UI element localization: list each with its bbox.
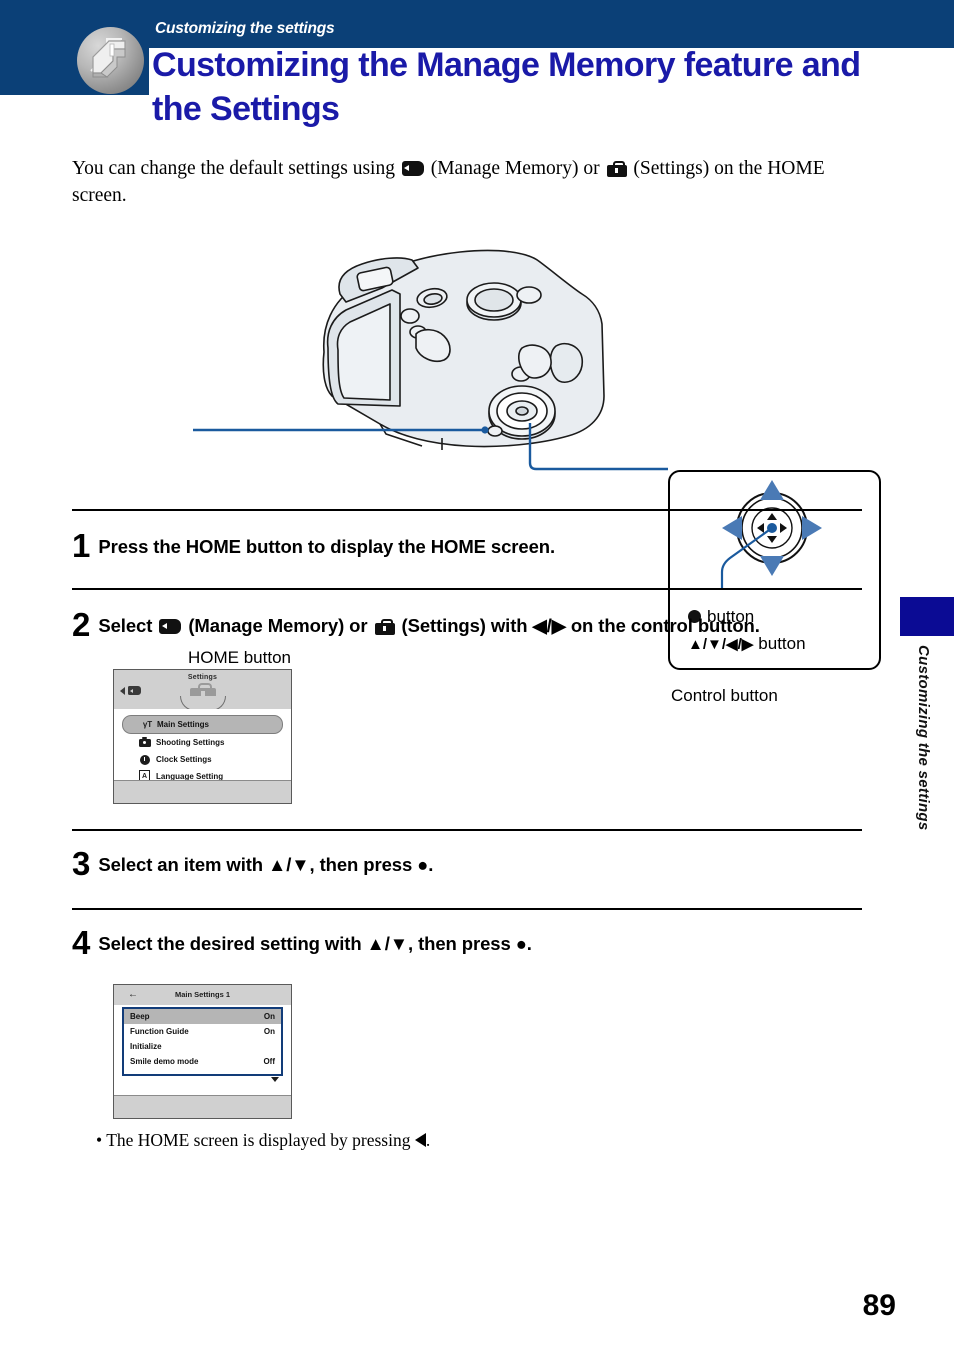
step-3-text: Select an item with ▲/▼, then press ●. [98, 854, 434, 875]
note-text-a: The HOME screen is displayed by pressing [106, 1130, 415, 1150]
side-tab-label: Customizing the settings [915, 645, 932, 831]
rule-above-step-3 [72, 829, 862, 831]
step-1: 1 Press the HOME button to display the HO… [72, 529, 872, 562]
setting-row-function-guide[interactable]: Function Guide On [124, 1024, 281, 1039]
lcd-settings-menu: γT Main Settings Shooting Settings Clock… [114, 709, 291, 783]
manage-memory-card-icon [159, 619, 182, 634]
header-eyebrow: Customizing the settings [155, 20, 335, 37]
step-4-number: 4 [72, 924, 91, 961]
triangle-left-icon [414, 1133, 426, 1147]
step-2-text-c: (Settings) with ◀/▶ on the control butto… [396, 615, 760, 636]
note-bullet-glyph: • [96, 1130, 103, 1150]
lcd-settings-footer [114, 780, 291, 803]
settings-briefcase-icon [606, 161, 627, 177]
menu-item-shooting-settings-label: Shooting Settings [156, 738, 225, 747]
setting-row-initialize[interactable]: Initialize [124, 1039, 281, 1054]
tool-wrench-icon: γT [142, 720, 153, 729]
manage-memory-card-icon [401, 161, 424, 176]
step-2-text-a: Select [98, 615, 158, 636]
note-text-b: . [425, 1130, 431, 1150]
book-corner-emblem-icon [77, 27, 144, 94]
settings-briefcase-icon [374, 619, 395, 635]
menu-item-main-settings-label: Main Settings [157, 720, 210, 729]
side-tab-block [900, 597, 954, 636]
lcd-main-settings-title: Main Settings 1 [174, 990, 230, 999]
step-3: 3 Select an item with ▲/▼, then press ●. [72, 847, 872, 880]
setting-row-beep[interactable]: Beep On [124, 1009, 281, 1024]
setting-row-smile-demo-mode[interactable]: Smile demo mode Off [124, 1054, 281, 1069]
intro-text-part1: You can change the default settings usin… [72, 158, 400, 179]
lcd-main-settings-footer [114, 1095, 291, 1118]
note-bullet: • The HOME screen is displayed by pressi… [96, 1130, 430, 1151]
rule-above-step-1 [72, 509, 862, 511]
intro-paragraph: You can change the default settings usin… [72, 155, 862, 209]
triangle-down-icon[interactable] [271, 1077, 279, 1082]
step-1-text: Press the HOME button to display the HOM… [98, 536, 556, 557]
menu-item-clock-settings-label: Clock Settings [156, 755, 212, 764]
lcd-settings-screen: Settings γT Main Settings Shooting Setti… [113, 669, 292, 804]
control-button-callout: Control button [671, 686, 778, 705]
step-1-number: 1 [72, 527, 91, 564]
lcd-main-settings-header: ← Main Settings 1 [114, 985, 291, 1005]
setting-row-function-guide-value: On [263, 1027, 275, 1036]
rule-above-step-2 [72, 588, 862, 590]
triangle-left-icon [120, 686, 125, 695]
memory-card-icon [128, 686, 141, 695]
step-3-number: 3 [72, 845, 91, 882]
setting-row-beep-value: On [263, 1012, 275, 1021]
lcd-settings-left-nav[interactable] [120, 686, 141, 695]
step-4-text: Select the desired setting with ▲/▼, the… [98, 933, 532, 954]
clock-icon [138, 754, 151, 765]
setting-row-beep-label: Beep [130, 1012, 150, 1021]
camera-figure: button ▲/▼/◀/▶ button HOME button Control… [70, 228, 882, 705]
lcd-settings-title: Settings [187, 674, 218, 681]
lcd-main-settings-screen: ← Main Settings 1 Beep On Function Guide… [113, 984, 292, 1119]
setting-row-smile-demo-mode-value: Off [263, 1057, 275, 1066]
setting-row-function-guide-label: Function Guide [130, 1027, 189, 1036]
page-title: Customizing the Manage Memory feature an… [152, 46, 861, 128]
setting-row-smile-demo-mode-label: Smile demo mode [130, 1057, 199, 1066]
menu-item-main-settings[interactable]: γT Main Settings [122, 715, 283, 734]
step-2: 2 Select (Manage Memory) or (Settings) wi… [72, 608, 872, 641]
step-2-number: 2 [72, 606, 91, 643]
step-4: 4 Select the desired setting with ▲/▼, th… [72, 926, 872, 959]
lcd-settings-header: Settings [114, 670, 291, 711]
callout-leader-lines [193, 423, 668, 471]
camera-icon [138, 736, 151, 748]
step-2-text-b: (Manage Memory) or [183, 615, 373, 636]
intro-text-part2: (Manage Memory) or [425, 158, 605, 179]
menu-item-clock-settings[interactable]: Clock Settings [114, 751, 291, 768]
setting-row-initialize-label: Initialize [130, 1042, 162, 1051]
menu-item-shooting-settings[interactable]: Shooting Settings [114, 734, 291, 751]
page-number: 89 [862, 1289, 896, 1322]
home-button-callout: HOME button [188, 648, 291, 667]
rule-above-step-4 [72, 908, 862, 910]
lcd-main-settings-list: Beep On Function Guide On Initialize Smi… [122, 1007, 283, 1076]
